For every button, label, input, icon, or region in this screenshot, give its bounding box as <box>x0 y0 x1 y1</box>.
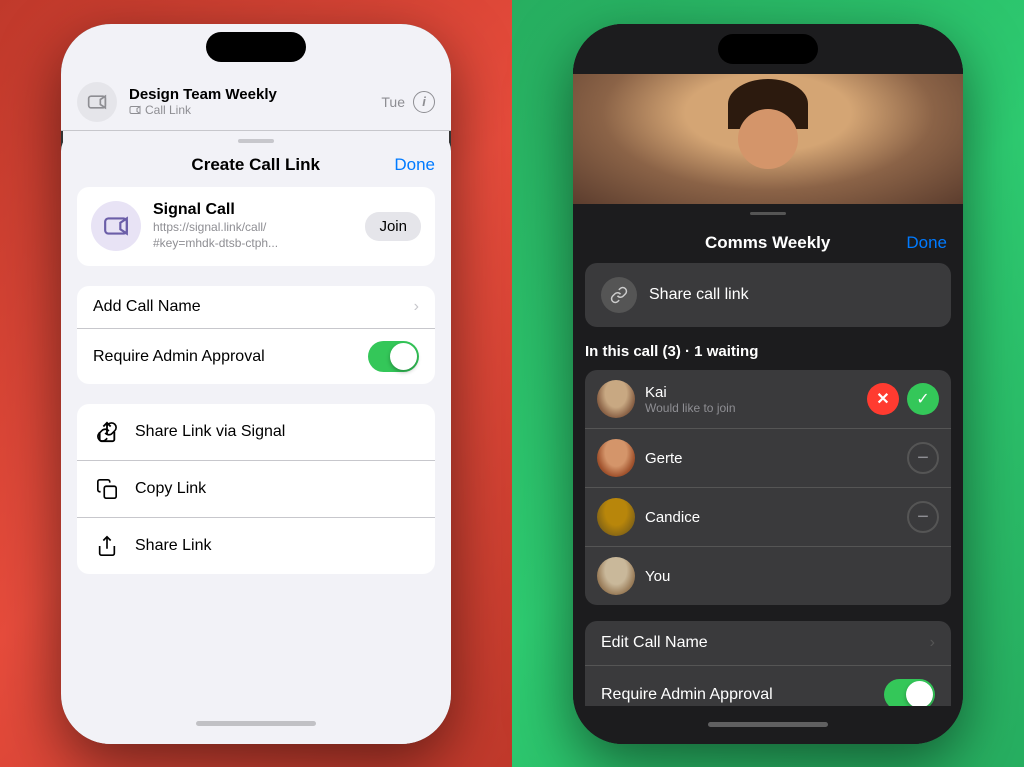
toggle-knob <box>390 343 417 370</box>
link-icon <box>601 277 637 313</box>
require-admin-row[interactable]: Require Admin Approval <box>77 329 435 384</box>
header-avatar <box>77 82 117 122</box>
left-phone: Design Team Weekly Call Link Tue i <box>61 24 451 744</box>
right-phone: Comms Weekly Done Share call link <box>573 24 963 744</box>
dark-require-admin-row[interactable]: Require Admin Approval <box>585 666 951 706</box>
dark-settings-group: Edit Call Name › Require Admin Approval <box>585 621 951 706</box>
copy-link-label: Copy Link <box>135 480 206 498</box>
dark-header: Comms Weekly Done <box>573 219 963 263</box>
reject-kai-button[interactable]: ✕ <box>867 383 899 415</box>
header-subtitle: Call Link <box>129 103 369 117</box>
candice-name: Candice <box>645 509 897 526</box>
dynamic-island-left <box>206 32 306 62</box>
share-via-signal-row[interactable]: Share Link via Signal <box>77 404 435 461</box>
avatar-gerte <box>597 439 635 477</box>
right-phone-content: Comms Weekly Done Share call link <box>573 204 963 744</box>
you-info: You <box>645 568 939 585</box>
left-phone-header: Design Team Weekly Call Link Tue i <box>61 74 451 131</box>
share-call-link-label: Share call link <box>649 286 749 304</box>
right-home-bar <box>573 706 963 743</box>
share-group: Share Link via Signal Copy Link <box>77 404 435 574</box>
right-background: Comms Weekly Done Share call link <box>512 0 1024 767</box>
copy-link-icon <box>93 475 121 503</box>
participant-kai: Kai Would like to join ✕ ✓ <box>585 370 951 429</box>
call-info: Signal Call https://signal.link/call/#ke… <box>153 201 353 253</box>
gerte-name: Gerte <box>645 450 897 467</box>
participant-candice: Candice − <box>585 488 951 547</box>
gerte-info: Gerte <box>645 450 897 467</box>
call-icon <box>91 201 141 251</box>
kai-action-buttons: ✕ ✓ <box>867 383 939 415</box>
avatar-candice <box>597 498 635 536</box>
kai-status: Would like to join <box>645 401 857 415</box>
require-admin-toggle[interactable] <box>368 341 419 372</box>
copy-link-row[interactable]: Copy Link <box>77 461 435 518</box>
kai-info: Kai Would like to join <box>645 384 857 415</box>
share-signal-icon <box>93 418 121 446</box>
header-date: Tue <box>381 94 405 110</box>
sheet-done-button[interactable]: Done <box>394 155 435 175</box>
call-url: https://signal.link/call/#key=mhdk-dtsb-… <box>153 219 353 253</box>
home-indicator-left <box>196 721 316 726</box>
header-text-block: Design Team Weekly Call Link <box>129 86 369 117</box>
dark-require-admin-toggle[interactable] <box>884 679 935 706</box>
avatar-kai <box>597 380 635 418</box>
share-via-signal-label: Share Link via Signal <box>135 423 285 441</box>
dynamic-island-right <box>718 34 818 64</box>
dark-require-admin-label: Require Admin Approval <box>601 686 884 704</box>
accept-kai-button[interactable]: ✓ <box>907 383 939 415</box>
dark-toggle-knob <box>906 681 933 706</box>
share-link-label: Share Link <box>135 537 212 555</box>
kai-name: Kai <box>645 384 857 401</box>
require-admin-label: Require Admin Approval <box>93 348 368 366</box>
remove-candice-button[interactable]: − <box>907 501 939 533</box>
sheet-content: Signal Call https://signal.link/call/#ke… <box>61 187 451 704</box>
face-skin <box>738 109 798 169</box>
call-card: Signal Call https://signal.link/call/#ke… <box>77 187 435 267</box>
header-subtitle-text: Call Link <box>145 103 191 117</box>
settings-group: Add Call Name › Require Admin Approval <box>77 286 435 384</box>
left-status-bar <box>61 24 451 74</box>
home-indicator-right <box>708 722 828 727</box>
share-call-link-row[interactable]: Share call link <box>585 263 951 327</box>
right-status-bar <box>573 24 963 74</box>
dark-sheet-handle <box>750 212 786 216</box>
dark-done-button[interactable]: Done <box>906 233 947 253</box>
header-title: Design Team Weekly <box>129 86 369 103</box>
face-image <box>573 74 963 204</box>
dark-chevron-icon: › <box>930 634 935 652</box>
participant-you: You <box>585 547 951 605</box>
sheet-header: Create Call Link Done <box>61 151 451 187</box>
share-link-row[interactable]: Share Link <box>77 518 435 574</box>
add-call-name-label: Add Call Name <box>93 298 414 316</box>
in-call-section-title: In this call (3) · 1 waiting <box>585 343 951 360</box>
edit-call-name-label: Edit Call Name <box>601 634 930 652</box>
info-button[interactable]: i <box>413 91 435 113</box>
dark-phone-title: Comms Weekly <box>705 233 830 253</box>
sheet-title: Create Call Link <box>191 155 320 175</box>
dark-content: Share call link In this call (3) · 1 wai… <box>573 263 963 706</box>
left-background: Design Team Weekly Call Link Tue i <box>0 0 512 767</box>
candice-info: Candice <box>645 509 897 526</box>
join-button[interactable]: Join <box>365 212 421 241</box>
sheet-handle <box>238 139 274 143</box>
share-link-icon <box>93 532 121 560</box>
avatar-you <box>597 557 635 595</box>
header-right: Tue i <box>381 91 435 113</box>
add-call-name-row[interactable]: Add Call Name › <box>77 286 435 329</box>
chevron-icon: › <box>414 298 419 316</box>
left-home-bar <box>61 704 451 744</box>
remove-gerte-button[interactable]: − <box>907 442 939 474</box>
edit-call-name-row[interactable]: Edit Call Name › <box>585 621 951 666</box>
participants-list: Kai Would like to join ✕ ✓ <box>585 370 951 605</box>
call-name: Signal Call <box>153 201 353 219</box>
top-photo <box>573 74 963 204</box>
create-call-link-sheet: Create Call Link Done Signal Cal <box>61 131 451 744</box>
you-name: You <box>645 568 939 585</box>
participant-gerte: Gerte − <box>585 429 951 488</box>
